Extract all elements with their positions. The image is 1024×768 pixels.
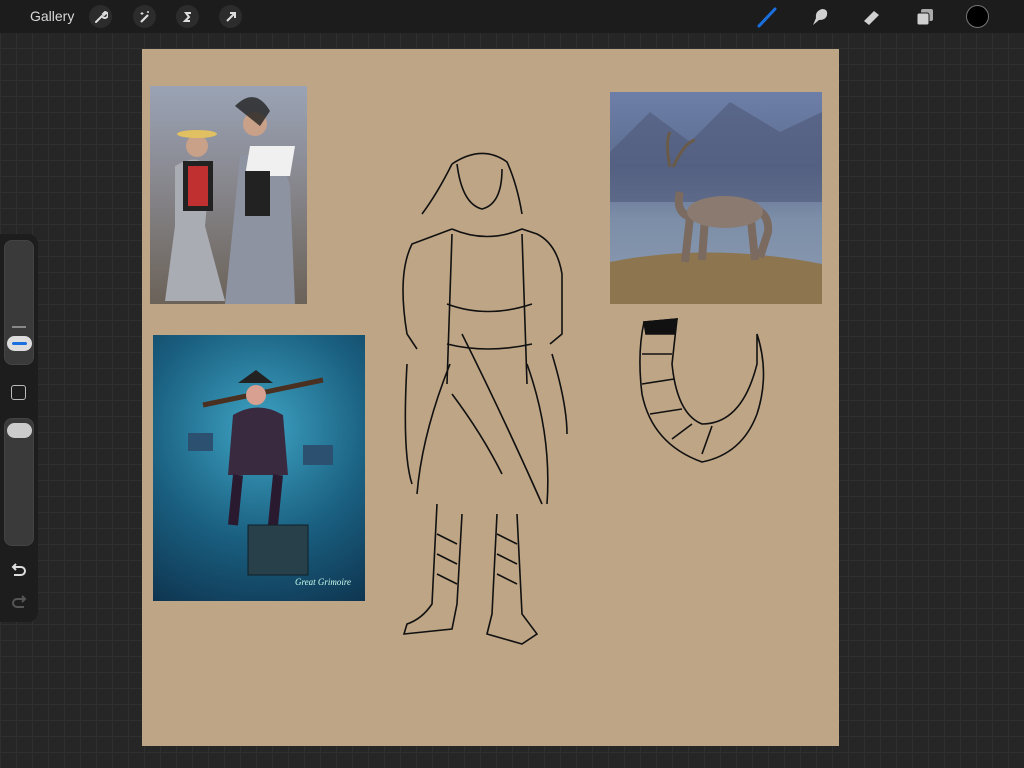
eraser-icon[interactable] (859, 4, 885, 30)
pirate-illustration[interactable]: Great Grimoire (153, 335, 365, 601)
drawing-canvas[interactable]: Great Grimoire (142, 49, 839, 746)
redo-icon[interactable] (10, 594, 28, 615)
move-arrow-icon[interactable] (219, 5, 242, 28)
ibex-photo[interactable] (610, 92, 822, 304)
wrench-icon[interactable] (89, 5, 112, 28)
smudge-icon[interactable] (807, 4, 833, 30)
magic-wand-icon[interactable] (133, 5, 156, 28)
opacity-handle[interactable] (7, 423, 32, 438)
brush-size-slider[interactable] (4, 240, 34, 365)
gallery-button[interactable]: Gallery (30, 8, 74, 24)
top-toolbar: Gallery (0, 0, 1024, 33)
horn-sketch (639, 318, 765, 463)
color-picker[interactable] (966, 5, 989, 28)
selection-icon[interactable] (176, 5, 199, 28)
svg-text:Great Grimoire: Great Grimoire (295, 577, 351, 587)
modify-button[interactable] (11, 385, 26, 400)
brush-size-handle[interactable] (7, 336, 32, 351)
brush-icon[interactable] (754, 4, 780, 30)
character-sketch (402, 152, 568, 645)
layers-icon[interactable] (912, 4, 938, 30)
left-sidebar (0, 234, 38, 622)
undo-icon[interactable] (10, 562, 28, 583)
opacity-slider[interactable] (4, 418, 34, 546)
traditional-costume-photo[interactable] (150, 86, 307, 304)
